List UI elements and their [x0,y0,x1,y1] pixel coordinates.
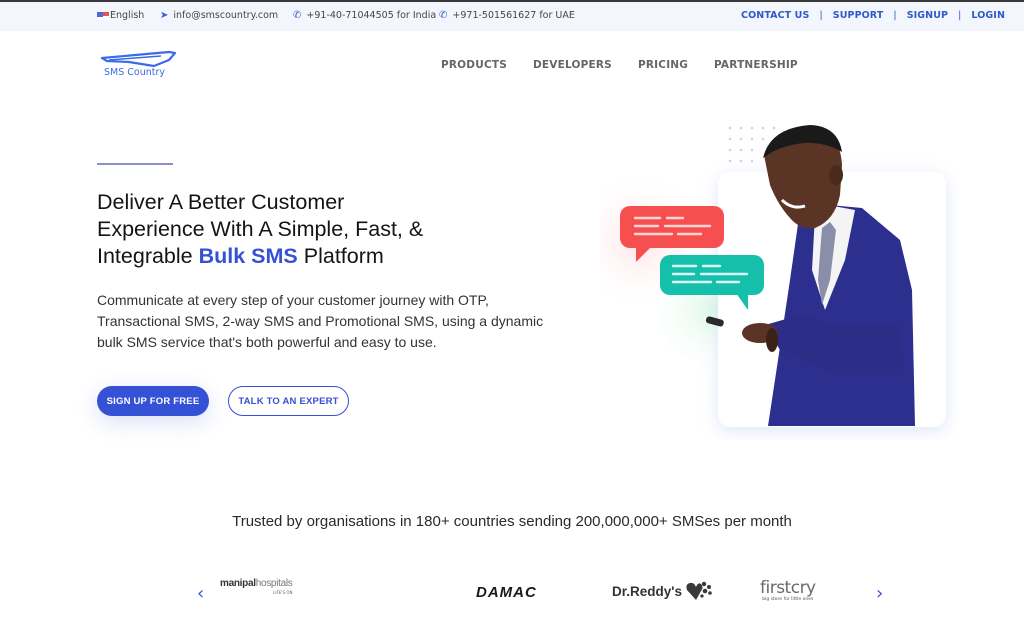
dr-reddys-name: Dr.Reddy's [612,583,682,599]
nav-developers[interactable]: DEVELOPERS [533,59,612,71]
headline-line-2: Experience With A Simple, Fast, & [97,217,424,241]
accent-divider [97,163,173,165]
hero-image [570,125,946,427]
client-logo-damac: DAMAC [476,584,537,601]
send-icon: ➤ [160,10,169,21]
firstcry-name: firstcry [760,578,816,598]
separator: | [958,10,962,21]
nav-partnership[interactable]: PARTNERSHIP [714,59,798,71]
logo[interactable]: SMS Country [99,50,177,80]
dr-reddys-heart-icon [686,581,712,600]
login-link[interactable]: LOGIN [971,10,1005,21]
manipal-sub: LIFE'S ON [273,590,293,595]
nav-pricing[interactable]: PRICING [638,59,688,71]
phone-uae-text: +971-501561627 for UAE [452,10,575,21]
hero-headline: Deliver A Better Customer Experience Wit… [97,189,577,270]
us-flag-icon [97,11,109,20]
logo-text: SMS Country [104,67,166,78]
phone-uae-link[interactable]: ✆ +971-501561627 for UAE [439,10,575,21]
phone-india-text: +91-40-71044505 for India [306,10,437,21]
top-bar: English ➤ info@smscountry.com ✆ +91-40-7… [0,0,1024,31]
support-link[interactable]: SUPPORT [833,10,884,21]
language-label: English [110,10,145,21]
damac-name: DAMAC [476,584,537,601]
manipal-name: manipal [220,578,256,589]
carousel-prev-button[interactable]: ‹ [197,583,204,604]
hero-illustration [570,110,960,440]
client-logo-manipal: manipalhospitals LIFE'S ON [220,578,293,595]
headline-line-3-pre: Integrable [97,244,199,268]
email-text: info@smscountry.com [173,10,279,21]
separator: | [819,10,823,21]
headline-highlight: Bulk SMS [198,244,298,268]
nav-products[interactable]: PRODUCTS [441,59,507,71]
sign-up-for-free-button[interactable]: SIGN UP FOR FREE [97,386,209,416]
trust-tagline: Trusted by organisations in 180+ countri… [232,513,792,530]
contact-us-link[interactable]: CONTACT US [741,10,809,21]
hero-description: Communicate at every step of your custom… [97,292,544,350]
carousel-next-button[interactable]: › [876,583,883,604]
client-logo-firstcry: firstcry big store for little ones [760,578,816,602]
top-links: CONTACT US | SUPPORT | SIGNUP | LOGIN [741,10,1005,21]
client-logo-dr-reddys: Dr.Reddy's [612,580,713,602]
headline-line-1: Deliver A Better Customer [97,190,345,214]
signup-link[interactable]: SIGNUP [907,10,948,21]
separator: | [893,10,897,21]
manipal-name-2: hospitals [255,578,293,589]
phone-india-link[interactable]: ✆ +91-40-71044505 for India [293,10,436,21]
email-link[interactable]: ➤ info@smscountry.com [160,10,278,21]
phone-icon: ✆ [293,10,302,21]
language-selector[interactable]: English [97,10,144,21]
headline-line-3-post: Platform [297,244,384,268]
talk-to-an-expert-button[interactable]: TALK TO AN EXPERT [228,386,349,416]
phone-icon: ✆ [439,10,448,21]
firstcry-sub: big store for little ones [762,597,814,602]
